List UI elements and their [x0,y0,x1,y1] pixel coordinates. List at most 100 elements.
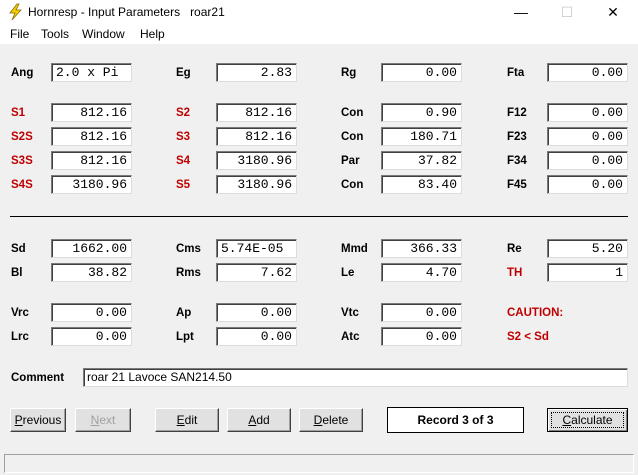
label-f34: F34 [507,155,527,167]
window-title: Hornresp - Input Parameters roar21 [28,5,225,19]
sd-field[interactable]: 1662.00 [51,239,132,258]
eg-field[interactable]: 2.83 [216,63,297,82]
label-le: Le [341,267,355,279]
maximize-button: ☐ [560,4,574,20]
re-field[interactable]: 5.20 [547,239,628,258]
le-field[interactable]: 4.70 [381,263,462,282]
label-mmd: Mmd [341,243,368,255]
previous-mnemonic: P [14,413,23,427]
label-atc: Atc [341,331,360,343]
label-s3s: S3S [11,155,33,167]
s3-field[interactable]: 812.16 [216,127,297,146]
menu-tools[interactable]: Tools [41,27,69,41]
label-bl: Bl [11,267,23,279]
f12-field[interactable]: 0.00 [547,103,628,122]
calculate-button[interactable]: Calculate [547,408,628,432]
label-s2: S2 [176,107,191,119]
label-con-1: Con [341,107,364,119]
menu-file[interactable]: File [10,27,29,41]
atc-field[interactable]: 0.00 [381,327,462,346]
bl-field[interactable]: 38.82 [51,263,132,282]
label-eg: Eg [176,67,191,79]
label-s2s: S2S [11,131,33,143]
label-s4s: S4S [11,179,33,191]
delete-label: elete [322,413,349,427]
label-th: TH [507,267,523,279]
minimize-button[interactable]: — [498,0,544,24]
vrc-field[interactable]: 0.00 [51,303,132,322]
menu-bar: File Tools Window Help [0,24,638,44]
label-re: Re [507,243,522,255]
s4s-field[interactable]: 3180.96 [51,175,132,194]
par-field[interactable]: 37.82 [381,151,462,170]
add-button[interactable]: Add [227,408,291,432]
lightning-bolt-icon [9,3,22,21]
section-divider [10,216,628,217]
lrc-field[interactable]: 0.00 [51,327,132,346]
label-rms: Rms [176,267,201,279]
next-button: Next [75,408,131,432]
label-rg: Rg [341,67,357,79]
comment-field[interactable]: roar 21 Lavoce SAN214.50 [83,368,628,387]
title-bar: Hornresp - Input Parameters roar21 — ☐ ✕ [0,0,638,24]
menu-window[interactable]: Window [82,27,125,41]
label-con-2: Con [341,131,364,143]
previous-label: revious [22,413,62,427]
edit-mnemonic: E [176,413,185,427]
f34-field[interactable]: 0.00 [547,151,628,170]
label-s3: S3 [176,131,191,143]
record-indicator: Record 3 of 3 [387,407,524,433]
s5-field[interactable]: 3180.96 [216,175,297,194]
rms-field[interactable]: 7.62 [216,263,297,282]
vtc-field[interactable]: 0.00 [381,303,462,322]
label-par: Par [341,155,360,167]
s3s-field[interactable]: 812.16 [51,151,132,170]
s2-field[interactable]: 812.16 [216,103,297,122]
close-button[interactable]: ✕ [590,0,636,24]
delete-mnemonic: D [313,413,323,427]
delete-button[interactable]: Delete [299,408,363,432]
s2s-field[interactable]: 812.16 [51,127,132,146]
th-field[interactable]: 1 [547,263,628,282]
focus-rect [551,412,624,428]
previous-button[interactable]: Previous [10,408,66,432]
caution-label: CAUTION: [507,307,564,319]
next-label: ext [99,413,116,427]
label-vtc: Vtc [341,307,359,319]
label-f12: F12 [507,107,527,119]
label-f23: F23 [507,131,527,143]
f23-field[interactable]: 0.00 [547,127,628,146]
label-vrc: Vrc [11,307,29,319]
label-lpt: Lpt [176,331,194,343]
s1-field[interactable]: 812.16 [51,103,132,122]
mmd-field[interactable]: 366.33 [381,239,462,258]
cms-field[interactable]: 5.74E-05 [216,239,297,258]
menu-help[interactable]: Help [140,27,165,41]
add-label: dd [256,413,270,427]
ang-field[interactable]: 2.0 x Pi [51,63,132,82]
con-2-field[interactable]: 180.71 [381,127,462,146]
label-s5: S5 [176,179,191,191]
edit-label: dit [184,413,198,427]
label-s1: S1 [11,107,26,119]
lpt-field[interactable]: 0.00 [216,327,297,346]
label-s4: S4 [176,155,191,167]
label-ap: Ap [176,307,192,319]
label-con-3: Con [341,179,364,191]
label-comment: Comment [11,372,65,384]
f45-field[interactable]: 0.00 [547,175,628,194]
label-cms: Cms [176,243,201,255]
fta-field[interactable]: 0.00 [547,63,628,82]
edit-button[interactable]: Edit [155,408,219,432]
rg-field[interactable]: 0.00 [381,63,462,82]
label-lrc: Lrc [11,331,29,343]
con-1-field[interactable]: 0.90 [381,103,462,122]
label-ang: Ang [11,67,34,79]
label-sd: Sd [11,243,26,255]
ap-field[interactable]: 0.00 [216,303,297,322]
status-bar [4,454,634,473]
label-f45: F45 [507,179,527,191]
con-3-field[interactable]: 83.40 [381,175,462,194]
s4-field[interactable]: 3180.96 [216,151,297,170]
warning-text: S2 < Sd [507,331,549,343]
